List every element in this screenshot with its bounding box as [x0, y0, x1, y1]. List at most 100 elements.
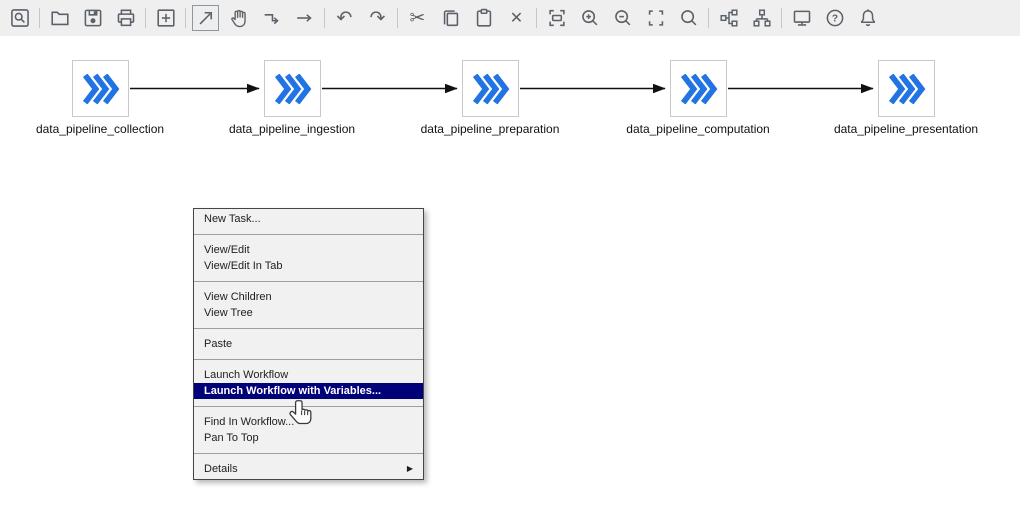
undo-icon: ↶ — [337, 9, 353, 28]
workflow-node: data_pipeline_presentation — [878, 60, 935, 117]
clipboard-icon — [473, 7, 495, 29]
print-button[interactable] — [112, 5, 139, 31]
select-tool-button[interactable] — [192, 5, 219, 31]
workflow-node-label: data_pipeline_collection — [36, 122, 164, 136]
workflow-node-label: data_pipeline_preparation — [421, 122, 560, 136]
menu-item-paste[interactable]: Paste — [194, 336, 423, 352]
toolbar-separator — [324, 8, 325, 28]
menu-item-pan-to-top[interactable]: Pan To Top — [194, 430, 423, 446]
x-icon: ✕ — [510, 10, 523, 26]
redo-icon: ↷ — [370, 9, 386, 28]
zoom-selection-button[interactable] — [642, 5, 669, 31]
tree-vertical-button[interactable] — [748, 5, 775, 31]
fast-forward-icon — [472, 74, 510, 104]
redo-button[interactable]: ↷ — [364, 5, 391, 31]
context-menu: New Task... View/Edit View/Edit In Tab V… — [193, 208, 424, 480]
plus-square-icon — [155, 7, 177, 29]
straight-arrow-icon — [294, 7, 316, 29]
workflow-node-box[interactable] — [264, 60, 321, 117]
zoom-out-button[interactable] — [609, 5, 636, 31]
workflow-canvas[interactable]: data_pipeline_collection data_pipeline_i… — [0, 36, 1020, 526]
help-button[interactable]: ? — [821, 5, 848, 31]
fit-view-button[interactable] — [543, 5, 570, 31]
zoom-in-icon — [579, 7, 601, 29]
menu-item-launch-workflow-with-variables[interactable]: Launch Workflow with Variables... — [194, 383, 423, 399]
save-icon — [82, 7, 104, 29]
printer-icon — [115, 7, 137, 29]
workflow-node-box[interactable] — [72, 60, 129, 117]
bent-arrow-icon — [261, 7, 283, 29]
overview-icon — [9, 7, 31, 29]
menu-separator — [194, 352, 423, 367]
workflow-node-label: data_pipeline_computation — [626, 122, 769, 136]
tree-vertical-icon — [751, 7, 773, 29]
notifications-button[interactable] — [854, 5, 881, 31]
corner-brackets-icon — [645, 7, 667, 29]
search-icon — [678, 7, 700, 29]
workflow-node: data_pipeline_computation — [670, 60, 727, 117]
cursor-arrow-icon — [195, 7, 217, 29]
tree-horizontal-button[interactable] — [715, 5, 742, 31]
toolbar-separator — [185, 8, 186, 28]
menu-separator — [194, 446, 423, 461]
workflow-node: data_pipeline_ingestion — [264, 60, 321, 117]
menu-separator — [194, 227, 423, 242]
fit-screen-icon — [546, 7, 568, 29]
submenu-arrow-icon: ▶ — [407, 461, 413, 477]
workflow-node-box[interactable] — [670, 60, 727, 117]
tree-horizontal-icon — [718, 7, 740, 29]
fast-forward-icon — [680, 74, 718, 104]
menu-item-view-edit-in-tab[interactable]: View/Edit In Tab — [194, 258, 423, 274]
menu-separator — [194, 321, 423, 336]
save-button[interactable] — [79, 5, 106, 31]
toolbar-separator — [708, 8, 709, 28]
arrow-tool-button[interactable] — [291, 5, 318, 31]
toolbar-separator — [145, 8, 146, 28]
workflow-node-label: data_pipeline_ingestion — [229, 122, 355, 136]
copy-button[interactable] — [437, 5, 464, 31]
open-button[interactable] — [46, 5, 73, 31]
app-window: ↶ ↷ ✂ ✕ — [0, 0, 1020, 526]
menu-item-view-edit[interactable]: View/Edit — [194, 242, 423, 258]
menu-item-details[interactable]: Details ▶ — [194, 461, 423, 477]
undo-button[interactable]: ↶ — [331, 5, 358, 31]
zoom-in-button[interactable] — [576, 5, 603, 31]
toolbar: ↶ ↷ ✂ ✕ — [0, 0, 1020, 36]
workflow-node-label: data_pipeline_presentation — [834, 122, 978, 136]
menu-item-launch-workflow[interactable]: Launch Workflow — [194, 367, 423, 383]
scissors-icon: ✂ — [410, 9, 426, 28]
bell-icon — [857, 7, 879, 29]
connector-tool-button[interactable] — [258, 5, 285, 31]
paste-button[interactable] — [470, 5, 497, 31]
hand-cursor-icon — [288, 399, 315, 429]
cut-button[interactable]: ✂ — [404, 5, 431, 31]
toolbar-separator — [781, 8, 782, 28]
fast-forward-icon — [82, 74, 120, 104]
overview-button[interactable] — [6, 5, 33, 31]
workflow-node-box[interactable] — [462, 60, 519, 117]
search-button[interactable] — [675, 5, 702, 31]
toolbar-separator — [39, 8, 40, 28]
menu-item-view-tree[interactable]: View Tree — [194, 305, 423, 321]
pan-tool-button[interactable] — [225, 5, 252, 31]
menu-item-new-task[interactable]: New Task... — [194, 211, 423, 227]
fast-forward-icon — [888, 74, 926, 104]
help-icon: ? — [824, 7, 846, 29]
svg-text:?: ? — [831, 13, 837, 24]
copy-icon — [440, 7, 462, 29]
zoom-out-icon — [612, 7, 634, 29]
monitor-icon — [791, 7, 813, 29]
workflow-node: data_pipeline_collection — [72, 60, 129, 117]
menu-separator — [194, 274, 423, 289]
workflow-node: data_pipeline_preparation — [462, 60, 519, 117]
toolbar-separator — [536, 8, 537, 28]
hand-icon — [228, 7, 250, 29]
monitor-button[interactable] — [788, 5, 815, 31]
fast-forward-icon — [274, 74, 312, 104]
folder-icon — [49, 7, 71, 29]
new-button[interactable] — [152, 5, 179, 31]
menu-item-view-children[interactable]: View Children — [194, 289, 423, 305]
workflow-node-box[interactable] — [878, 60, 935, 117]
delete-button[interactable]: ✕ — [503, 5, 530, 31]
toolbar-separator — [397, 8, 398, 28]
